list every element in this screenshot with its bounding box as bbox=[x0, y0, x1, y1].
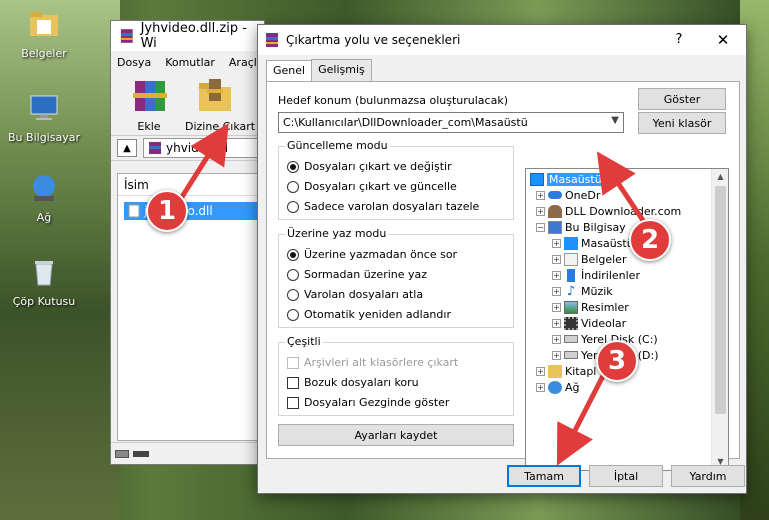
arrow-step-1 bbox=[177, 123, 229, 202]
step-badge-3: 3 bbox=[596, 340, 638, 382]
step-badge-1: 1 bbox=[146, 190, 188, 232]
step-badge-2: 2 bbox=[629, 219, 671, 261]
arrow-step-3 bbox=[556, 368, 609, 466]
arrow-step-2 bbox=[596, 151, 651, 230]
